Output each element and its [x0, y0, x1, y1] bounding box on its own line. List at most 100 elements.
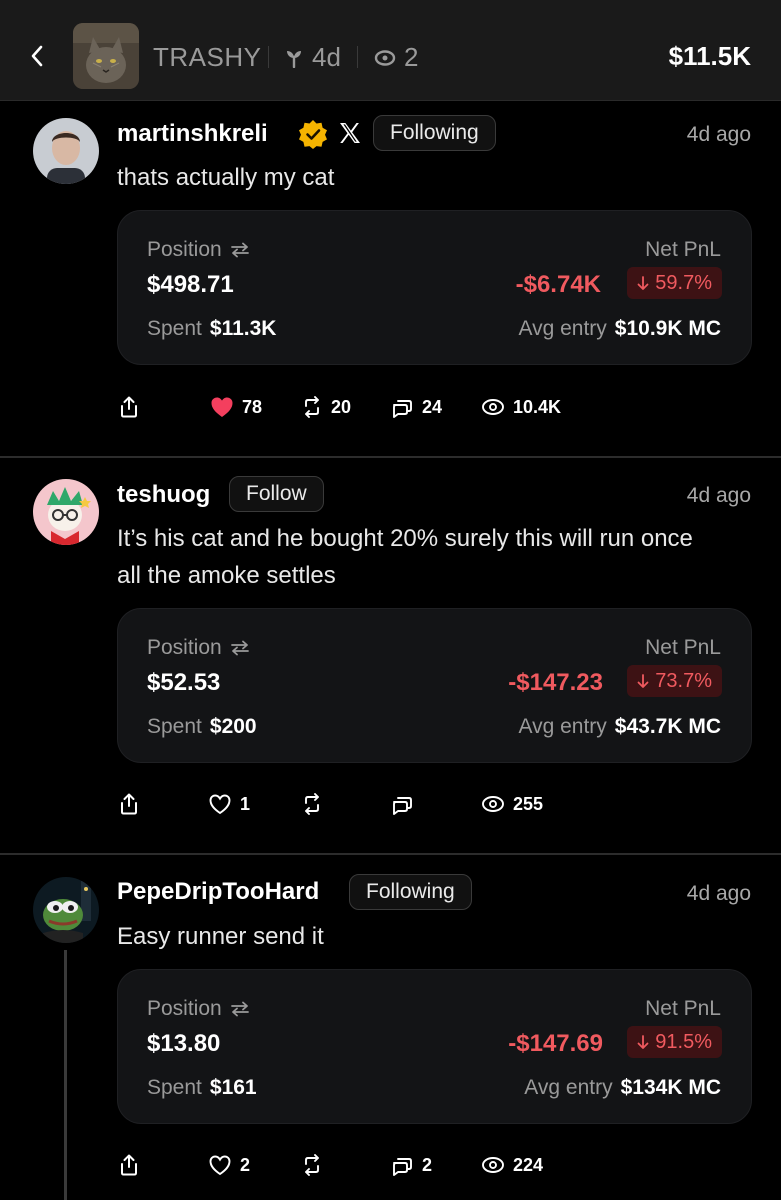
position-value: $52.53 [147, 669, 221, 696]
repost-icon [305, 1154, 319, 1176]
repost-icon [305, 396, 319, 418]
like-button[interactable]: 1 [208, 789, 250, 819]
swap-icon[interactable] [230, 640, 250, 656]
reply-count: 2 [422, 1154, 433, 1175]
watcher-count-value: 2 [404, 42, 419, 72]
post-actions: 2 2 224 [117, 1150, 757, 1180]
eye-icon [482, 796, 504, 812]
avg-entry-value: $10.9K MC [614, 317, 721, 340]
heart-icon [209, 794, 231, 815]
post-divider [0, 456, 781, 458]
following-button[interactable]: Following [349, 874, 472, 910]
share-button[interactable] [119, 789, 139, 819]
pnl-value: -$147.23 [508, 669, 603, 696]
repost-count: 20 [331, 396, 352, 417]
avg-entry-label: Avg entry [524, 1076, 613, 1099]
net-pnl-label: Net PnL [645, 997, 721, 1020]
eye-icon [482, 399, 504, 415]
share-icon [121, 396, 137, 418]
avg-entry-row: Avg entry $43.7K MC [518, 715, 721, 739]
username[interactable]: PepeDripTooHard [117, 878, 319, 906]
share-icon [121, 793, 137, 815]
repost-button[interactable] [301, 789, 331, 819]
post-actions: 78 20 24 10.4K [117, 392, 757, 422]
position-label: Position [147, 238, 222, 261]
token-thumbnail[interactable] [73, 23, 139, 89]
repost-button[interactable] [301, 1150, 331, 1180]
position-card[interactable]: Position $52.53 Spent $200 Net PnL -$147… [117, 608, 752, 763]
pnl-percent: 73.7% [655, 669, 712, 692]
view-count: 255 [513, 793, 544, 814]
reply-button[interactable] [390, 789, 422, 819]
avg-entry-label: Avg entry [518, 317, 607, 340]
spent-row: Spent $11.3K [147, 317, 276, 341]
username[interactable]: martinshkreli [117, 120, 268, 148]
post-text: It’s his cat and he bought 20% surely th… [117, 525, 693, 589]
spent-row: Spent $161 [147, 1076, 257, 1100]
reply-count: 24 [422, 396, 443, 417]
avg-entry-value: $134K MC [620, 1076, 721, 1099]
like-count: 2 [240, 1154, 251, 1175]
chevron-left-icon [31, 45, 43, 67]
spent-label: Spent [147, 1076, 202, 1099]
reply-icon [393, 797, 412, 815]
avatar[interactable] [33, 877, 99, 943]
post-actions: 1 255 [117, 789, 757, 819]
reply-icon [393, 1158, 412, 1176]
token-age: 4d [284, 42, 341, 73]
watcher-count: 2 [374, 42, 418, 73]
spent-label: Spent [147, 317, 202, 340]
spent-label: Spent [147, 715, 202, 738]
post-time: 4d ago [686, 882, 751, 905]
sprout-icon [287, 50, 301, 68]
heart-icon [209, 1155, 231, 1176]
verified-badge-icon [299, 120, 327, 149]
swap-icon[interactable] [230, 1001, 250, 1017]
username[interactable]: teshuog [117, 481, 210, 509]
post-text: thats actually my cat [117, 164, 335, 191]
repost-icon [305, 793, 319, 815]
post-time: 4d ago [686, 484, 751, 507]
like-count: 1 [240, 793, 251, 814]
reply-button[interactable]: 2 [390, 1150, 432, 1180]
post-text: Easy runner send it [117, 923, 324, 950]
pnl-percent-badge: 73.7% [627, 665, 722, 697]
repost-button[interactable]: 20 [301, 392, 351, 422]
like-button[interactable]: 78 [210, 392, 262, 422]
following-button[interactable]: Following [373, 115, 496, 151]
arrow-down-icon [637, 674, 649, 688]
position-label: Position [147, 636, 222, 659]
position-label-row: Position [147, 636, 250, 660]
avg-entry-row: Avg entry $10.9K MC [518, 317, 721, 341]
views: 255 [481, 789, 543, 819]
avatar[interactable] [33, 479, 99, 545]
position-value: $13.80 [147, 1030, 221, 1057]
follow-button[interactable]: Follow [229, 476, 324, 512]
avatar-image [33, 479, 99, 545]
views: 224 [481, 1150, 543, 1180]
pnl-percent-badge: 91.5% [627, 1026, 722, 1058]
pnl-percent: 91.5% [655, 1030, 712, 1053]
avatar[interactable] [33, 118, 99, 184]
swap-icon[interactable] [230, 242, 250, 258]
reply-button[interactable]: 24 [390, 392, 442, 422]
like-button[interactable]: 2 [208, 1150, 250, 1180]
spent-value: $200 [209, 715, 257, 738]
back-button[interactable] [26, 40, 48, 72]
spent-value: $11.3K [209, 317, 277, 340]
share-button[interactable] [119, 392, 139, 422]
pnl-value: -$147.69 [508, 1030, 603, 1057]
header-divider [268, 46, 269, 68]
position-label: Position [147, 997, 222, 1020]
x-logo-icon[interactable] [338, 121, 362, 145]
cat-photo [73, 23, 139, 89]
position-card[interactable]: Position $498.71 Spent $11.3K Net PnL -$… [117, 210, 752, 365]
position-card[interactable]: Position $13.80 Spent $161 Net PnL -$147… [117, 969, 752, 1124]
share-button[interactable] [119, 1150, 139, 1180]
like-count: 78 [242, 396, 263, 417]
post-divider [0, 853, 781, 855]
avg-entry-row: Avg entry $134K MC [524, 1076, 721, 1100]
eye-icon [374, 49, 396, 66]
heart-filled-icon [211, 397, 233, 417]
post-time: 4d ago [686, 123, 751, 146]
